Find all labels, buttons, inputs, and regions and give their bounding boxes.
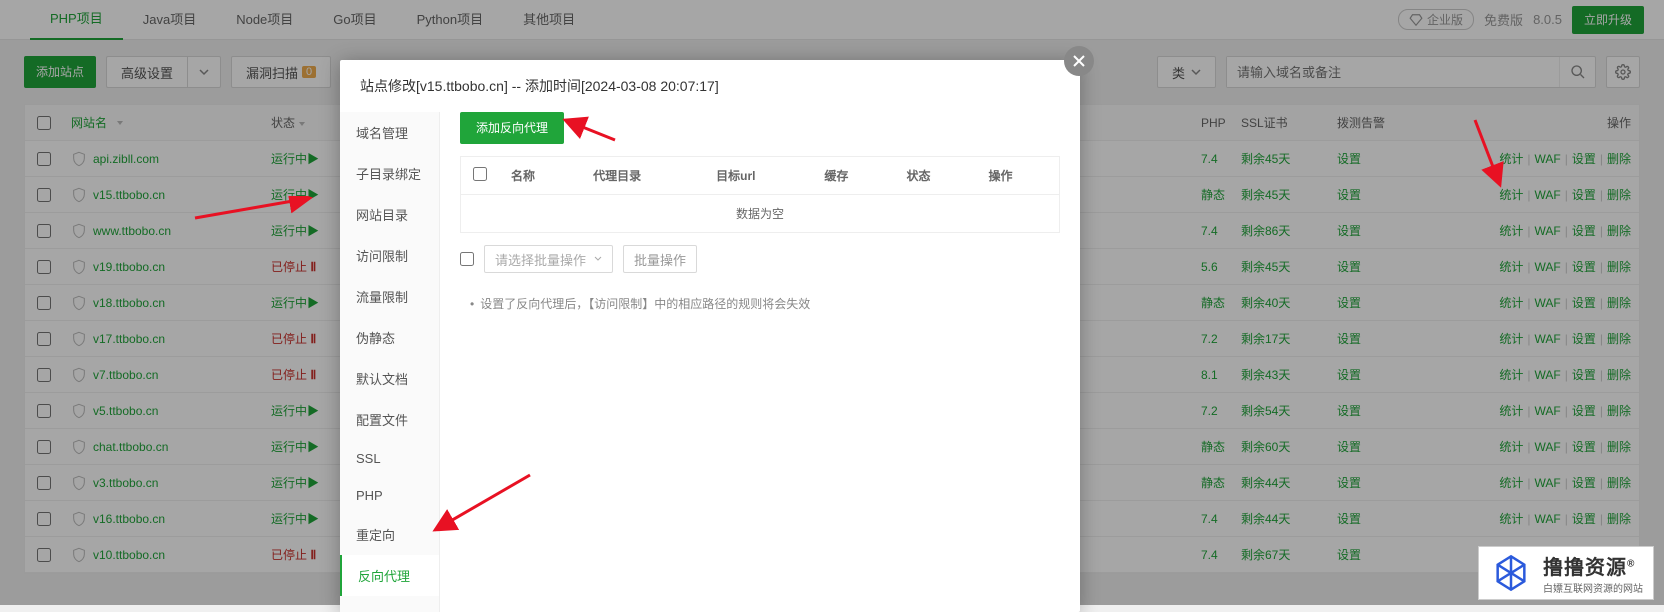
bulk-select-dropdown[interactable]: 请选择批量操作 — [484, 245, 613, 273]
proxy-table: 名称代理目录目标url缓存状态操作 数据为空 — [460, 156, 1060, 233]
modal-side-item[interactable]: 域名管理 — [340, 112, 439, 153]
watermark-reg: ® — [1627, 558, 1635, 569]
annotation-arrow — [1470, 115, 1510, 195]
bulk-row: 请选择批量操作 批量操作 — [460, 233, 1060, 285]
bulk-select-checkbox[interactable] — [460, 252, 474, 266]
proxy-table-empty: 数据为空 — [461, 195, 1060, 233]
modal-side-item[interactable]: 配置文件 — [340, 399, 439, 440]
bulk-placeholder: 请选择批量操作 — [495, 250, 586, 269]
modal-side-item[interactable]: SSL — [340, 440, 439, 477]
modal-side-item[interactable]: PHP — [340, 477, 439, 514]
bulk-action-button[interactable]: 批量操作 — [623, 245, 697, 273]
annotation-arrow — [560, 115, 620, 145]
proxy-select-all[interactable] — [473, 167, 487, 181]
close-icon — [1072, 54, 1086, 68]
modal-sidebar: 域名管理子目录绑定网站目录访问限制流量限制伪静态默认文档配置文件SSLPHP重定… — [340, 112, 440, 612]
modal-side-item[interactable]: 重定向 — [340, 514, 439, 555]
modal-side-item[interactable]: 访问限制 — [340, 235, 439, 276]
modal-side-item[interactable]: 流量限制 — [340, 276, 439, 317]
watermark: 撸撸资源® 白嫖互联网资源的网站 — [1478, 546, 1654, 600]
watermark-title: 撸撸资源 — [1543, 557, 1627, 579]
proxy-col: 目标url — [704, 157, 812, 195]
proxy-col: 代理目录 — [581, 157, 704, 195]
proxy-col: 状态 — [894, 157, 976, 195]
proxy-col: 名称 — [499, 157, 581, 195]
caret-down-icon — [594, 255, 602, 263]
modal-title: 站点修改[v15.ttbobo.cn] -- 添加时间[2024-03-08 2… — [340, 60, 1080, 112]
modal-side-item[interactable]: 子目录绑定 — [340, 153, 439, 194]
proxy-col: 操作 — [977, 157, 1060, 195]
modal-side-item[interactable]: 默认文档 — [340, 358, 439, 399]
modal-side-item[interactable]: 反向代理 — [340, 555, 439, 596]
add-reverse-proxy-button[interactable]: 添加反向代理 — [460, 112, 564, 144]
annotation-arrow — [430, 470, 540, 540]
proxy-hint: 设置了反向代理后，【访问限制】中的相应路径的规则将会失效 — [460, 295, 1060, 312]
modal-side-item[interactable]: 网站目录 — [340, 194, 439, 235]
annotation-arrow — [190, 196, 320, 226]
proxy-col: 缓存 — [812, 157, 894, 195]
modal-side-item[interactable]: 伪静态 — [340, 317, 439, 358]
watermark-logo-icon — [1489, 553, 1533, 593]
modal-close-button[interactable] — [1064, 46, 1094, 76]
watermark-subtitle: 白嫖互联网资源的网站 — [1543, 580, 1643, 595]
